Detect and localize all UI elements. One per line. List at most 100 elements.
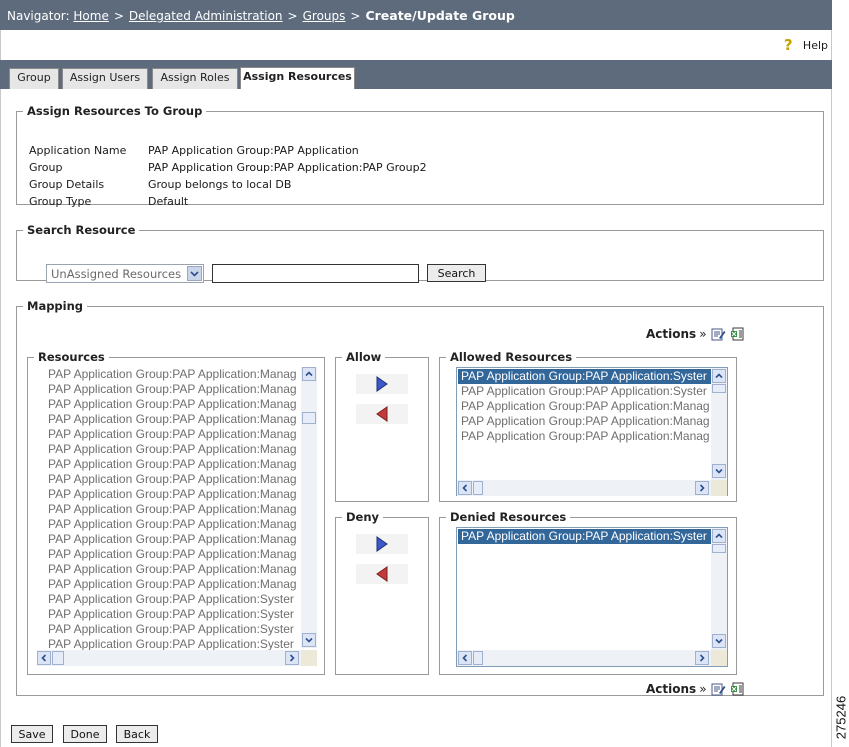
list-item[interactable]: PAP Application Group:PAP Application:Ma… [45,397,300,412]
list-item[interactable]: PAP Application Group:PAP Application:Ma… [45,547,300,562]
list-item[interactable]: PAP Application Group:PAP Application:Ma… [458,399,711,414]
resources-group: Resources PAP Application Group:PAP Appl… [27,350,325,675]
actions-top: Actions» [646,327,749,341]
allowed-resources-list[interactable]: PAP Application Group:PAP Application:Sy… [458,369,711,479]
list-item[interactable]: PAP Application Group:PAP Application:Sy… [458,369,711,384]
tab-assign-users[interactable]: Assign Users [62,68,148,89]
search-button[interactable]: Search [427,264,486,282]
back-button[interactable]: Back [116,725,158,743]
scroll-down-icon[interactable] [712,634,726,648]
list-item[interactable]: PAP Application Group:PAP Application:Sy… [458,529,711,544]
scroll-thumb[interactable] [52,651,64,665]
breadcrumb-separator: > [350,9,361,23]
scroll-right-icon[interactable] [695,651,709,665]
search-input[interactable] [212,264,419,283]
denied-vertical-scrollbar[interactable] [711,528,727,650]
edit-icon[interactable] [711,327,726,341]
scroll-thumb[interactable] [712,544,726,553]
help-link[interactable]: ? Help [784,37,828,53]
save-button[interactable]: Save [11,725,53,743]
list-item[interactable]: PAP Application Group:PAP Application:Ma… [458,429,711,444]
list-item[interactable]: PAP Application Group:PAP Application:Ma… [458,414,711,429]
breadcrumb-delegated-administration[interactable]: Delegated Administration [129,9,283,23]
scroll-corner [711,650,727,666]
breadcrumb-separator: > [287,9,298,23]
figure-id-text: 275246 [833,695,849,740]
list-item[interactable]: PAP Application Group:PAP Application:Ma… [45,532,300,547]
list-item[interactable]: PAP Application Group:PAP Application:Sy… [458,384,711,399]
mapping-section: Mapping Actions» Resources PAP Applicati… [16,299,824,696]
resources-horizontal-scrollbar[interactable] [37,650,301,666]
deny-group: Deny [335,510,429,675]
list-item[interactable]: PAP Application Group:PAP Application:Ma… [45,457,300,472]
assign-resources-section: Assign Resources To Group Application Na… [16,104,824,208]
scroll-thumb[interactable] [302,412,316,424]
allowed-horizontal-scrollbar[interactable] [457,480,711,496]
info-label: Group Details [29,178,105,191]
scroll-thumb[interactable] [473,481,483,495]
scroll-left-icon[interactable] [37,651,51,665]
done-button[interactable]: Done [63,725,107,743]
list-item[interactable]: PAP Application Group:PAP Application:Ma… [45,502,300,517]
list-item[interactable]: PAP Application Group:PAP Application:Ma… [45,427,300,442]
denied-resources-group: Denied Resources PAP Application Group:P… [439,510,737,675]
scroll-thumb[interactable] [473,651,483,665]
scroll-corner [301,650,317,666]
list-item[interactable]: PAP Application Group:PAP Application:Ma… [45,382,300,397]
denied-resources-list[interactable]: PAP Application Group:PAP Application:Sy… [458,529,711,650]
list-item[interactable]: PAP Application Group:PAP Application:Ma… [45,472,300,487]
navigator-bar: Navigator: Home > Delegated Administration… [0,0,832,30]
info-row-group: Group PAP Application Group:PAP Applicati… [29,159,427,176]
tab-bar: Group Assign Users Assign Roles Assign R… [0,60,832,89]
list-item[interactable]: PAP Application Group:PAP Application:Ma… [45,487,300,502]
breadcrumb-home[interactable]: Home [73,9,108,23]
deny-add-button[interactable] [356,534,408,554]
scroll-left-icon[interactable] [458,481,472,495]
list-item[interactable]: PAP Application Group:PAP Application:Sy… [45,592,300,607]
resources-vertical-scrollbar[interactable] [301,367,317,648]
allowed-vertical-scrollbar[interactable] [711,368,727,480]
list-item[interactable]: PAP Application Group:PAP Application:Sy… [45,607,300,622]
mapping-legend: Mapping [27,299,84,313]
edit-icon[interactable] [711,682,726,696]
list-item[interactable]: PAP Application Group:PAP Application:Ma… [45,367,300,382]
tab-assign-roles[interactable]: Assign Roles [152,68,238,89]
tab-assign-resources[interactable]: Assign Resources [240,67,355,89]
app-window: Navigator: Home > Delegated Administration… [0,0,832,747]
arrow-left-icon [376,406,388,422]
resource-filter-select[interactable]: UnAssigned Resources [46,264,204,283]
chevron-down-icon[interactable] [187,266,202,281]
deny-legend: Deny [346,510,380,524]
scroll-down-icon[interactable] [302,633,316,647]
breadcrumb-groups[interactable]: Groups [303,9,346,23]
export-icon[interactable] [730,682,745,696]
list-item[interactable]: PAP Application Group:PAP Application:Ma… [45,562,300,577]
deny-remove-button[interactable] [356,564,408,584]
tab-group[interactable]: Group [9,68,59,89]
info-row-application-name: Application Name PAP Application Group:PA… [29,142,427,159]
denied-horizontal-scrollbar[interactable] [457,650,711,666]
scroll-thumb[interactable] [712,384,726,393]
resources-list[interactable]: PAP Application Group:PAP Application:Ma… [45,367,300,651]
list-item[interactable]: PAP Application Group:PAP Application:Ma… [45,412,300,427]
scroll-right-icon[interactable] [285,651,299,665]
resource-filter-value: UnAssigned Resources [51,267,182,281]
list-item[interactable]: PAP Application Group:PAP Application:Ma… [45,517,300,532]
allow-remove-button[interactable] [356,404,408,424]
scroll-down-icon[interactable] [712,464,726,478]
scroll-right-icon[interactable] [695,481,709,495]
help-bar: ? Help [0,30,832,60]
info-value: Group belongs to local DB [148,178,292,191]
allow-add-button[interactable] [356,374,408,394]
export-icon[interactable] [730,327,745,341]
breadcrumb-separator: > [113,9,124,23]
list-item[interactable]: PAP Application Group:PAP Application:Ma… [45,442,300,457]
scroll-up-icon[interactable] [712,529,726,543]
scroll-left-icon[interactable] [458,651,472,665]
scroll-up-icon[interactable] [712,369,726,383]
list-item[interactable]: PAP Application Group:PAP Application:Sy… [45,637,300,651]
denied-resources-box: PAP Application Group:PAP Application:Sy… [456,527,728,667]
scroll-up-icon[interactable] [302,367,316,381]
list-item[interactable]: PAP Application Group:PAP Application:Ma… [45,577,300,592]
list-item[interactable]: PAP Application Group:PAP Application:Sy… [45,622,300,637]
